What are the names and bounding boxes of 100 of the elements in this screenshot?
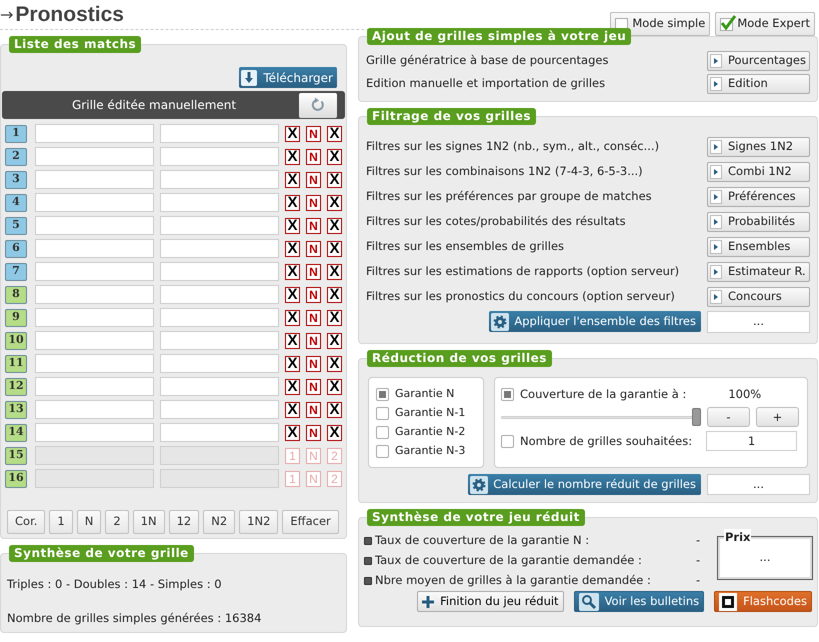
sign-toggle[interactable]: X (327, 172, 342, 188)
sign-toggle[interactable]: N (306, 310, 321, 326)
sign-toggle[interactable]: X (285, 126, 300, 142)
action-button[interactable]: Pourcentages (707, 51, 810, 71)
sign-toggle[interactable]: X (327, 402, 342, 418)
summary-action-button[interactable]: Finition du jeu réduit (417, 591, 564, 612)
team-input[interactable] (160, 377, 279, 396)
team-input[interactable] (160, 147, 279, 166)
sign-toggle[interactable]: X (285, 148, 300, 164)
sign-toggle[interactable]: X (285, 240, 300, 256)
action-button[interactable]: Combi 1N2 (707, 162, 810, 182)
sign-toggle[interactable]: X (285, 424, 300, 440)
sign-toggle[interactable]: N (306, 218, 321, 234)
sign-toggle[interactable]: X (327, 148, 342, 164)
team-input[interactable] (160, 308, 279, 327)
checkbox[interactable] (376, 388, 389, 400)
count-field[interactable]: 1 (706, 431, 798, 452)
team-input[interactable] (35, 377, 154, 396)
team-input[interactable] (35, 170, 154, 189)
team-input[interactable] (160, 354, 279, 373)
preset-button[interactable]: N2 (203, 510, 236, 534)
action-button[interactable]: Estimateur R. (707, 262, 810, 282)
team-input[interactable] (35, 354, 154, 373)
sign-toggle[interactable]: N (306, 424, 321, 440)
sign-toggle[interactable]: N (306, 264, 321, 280)
sign-toggle[interactable]: X (327, 264, 342, 280)
sign-toggle[interactable]: N (306, 286, 321, 302)
coverage-slider[interactable] (501, 408, 701, 426)
sign-toggle[interactable]: X (285, 402, 300, 418)
team-input[interactable] (160, 170, 279, 189)
sign-toggle[interactable]: X (285, 332, 300, 348)
sign-toggle[interactable]: N (306, 240, 321, 256)
team-input[interactable] (160, 331, 279, 350)
team-input[interactable] (35, 216, 154, 235)
sign-toggle[interactable]: X (285, 264, 300, 280)
checkbox[interactable] (376, 426, 389, 438)
team-input[interactable] (35, 124, 154, 143)
sign-toggle[interactable]: X (285, 172, 300, 188)
summary-action-button[interactable]: Flashcodes (714, 591, 812, 612)
checkbox[interactable] (376, 406, 389, 420)
preset-button[interactable]: N (76, 510, 102, 534)
sign-toggle[interactable]: N (306, 194, 321, 210)
increase-button[interactable]: + (756, 407, 799, 428)
team-input[interactable] (35, 239, 154, 258)
sign-toggle[interactable]: X (327, 332, 342, 348)
preset-button[interactable]: 1N2 (239, 510, 278, 534)
sign-toggle[interactable]: N (306, 378, 321, 394)
action-button[interactable]: Probabilités (707, 212, 810, 232)
team-input[interactable] (35, 285, 154, 304)
checkbox[interactable] (501, 388, 514, 402)
slider-thumb[interactable] (692, 408, 701, 426)
sign-toggle[interactable]: X (327, 194, 342, 210)
sign-toggle[interactable]: X (285, 286, 300, 302)
action-button[interactable]: Concours (707, 286, 810, 306)
preset-button[interactable]: 2 (105, 510, 129, 534)
preset-button[interactable]: Effacer (282, 510, 339, 534)
team-input[interactable] (160, 124, 279, 143)
team-input[interactable] (160, 239, 279, 258)
sign-toggle[interactable]: N (306, 172, 321, 188)
sign-toggle[interactable]: N (306, 126, 321, 142)
refresh-button[interactable] (299, 92, 337, 118)
team-input[interactable] (35, 262, 154, 281)
sign-toggle[interactable]: X (285, 194, 300, 210)
preset-button[interactable]: 1 (49, 510, 73, 534)
sign-toggle[interactable]: X (327, 126, 342, 142)
team-input[interactable] (35, 308, 154, 327)
team-input[interactable] (35, 147, 154, 166)
sign-toggle[interactable]: X (327, 218, 342, 234)
team-input[interactable] (160, 262, 279, 281)
sign-toggle[interactable]: N (306, 148, 321, 164)
action-button[interactable]: Ensembles (707, 236, 810, 256)
team-input[interactable] (160, 216, 279, 235)
team-input[interactable] (160, 285, 279, 304)
decrease-button[interactable]: - (707, 407, 750, 428)
team-input[interactable] (160, 193, 279, 212)
sign-toggle[interactable]: X (327, 356, 342, 372)
summary-action-button[interactable]: Voir les bulletins (574, 591, 704, 612)
sign-toggle[interactable]: X (327, 240, 342, 256)
preset-button[interactable]: 1N (132, 510, 165, 534)
sign-toggle[interactable]: N (306, 332, 321, 348)
checkbox[interactable] (376, 444, 389, 458)
sign-toggle[interactable]: N (306, 356, 321, 372)
apply-filters-button[interactable]: Appliquer l'ensemble des filtres (489, 311, 701, 332)
sign-toggle[interactable]: X (285, 310, 300, 326)
preset-button[interactable]: 12 (168, 510, 200, 534)
action-button[interactable]: Préférences (707, 186, 810, 206)
sign-toggle[interactable]: X (285, 378, 300, 394)
team-input[interactable] (35, 193, 154, 212)
team-input[interactable] (35, 331, 154, 350)
team-input[interactable] (35, 423, 154, 442)
sign-toggle[interactable]: X (327, 378, 342, 394)
action-button[interactable]: Signes 1N2 (707, 136, 810, 156)
download-button[interactable]: Télécharger (239, 67, 337, 88)
sign-toggle[interactable]: X (285, 356, 300, 372)
team-input[interactable] (160, 400, 279, 419)
sign-toggle[interactable]: X (327, 310, 342, 326)
checkbox[interactable] (501, 434, 514, 448)
compute-button[interactable]: Calculer le nombre réduit de grilles (468, 474, 701, 495)
preset-button[interactable]: Cor. (7, 510, 46, 534)
sign-toggle[interactable]: X (327, 286, 342, 302)
